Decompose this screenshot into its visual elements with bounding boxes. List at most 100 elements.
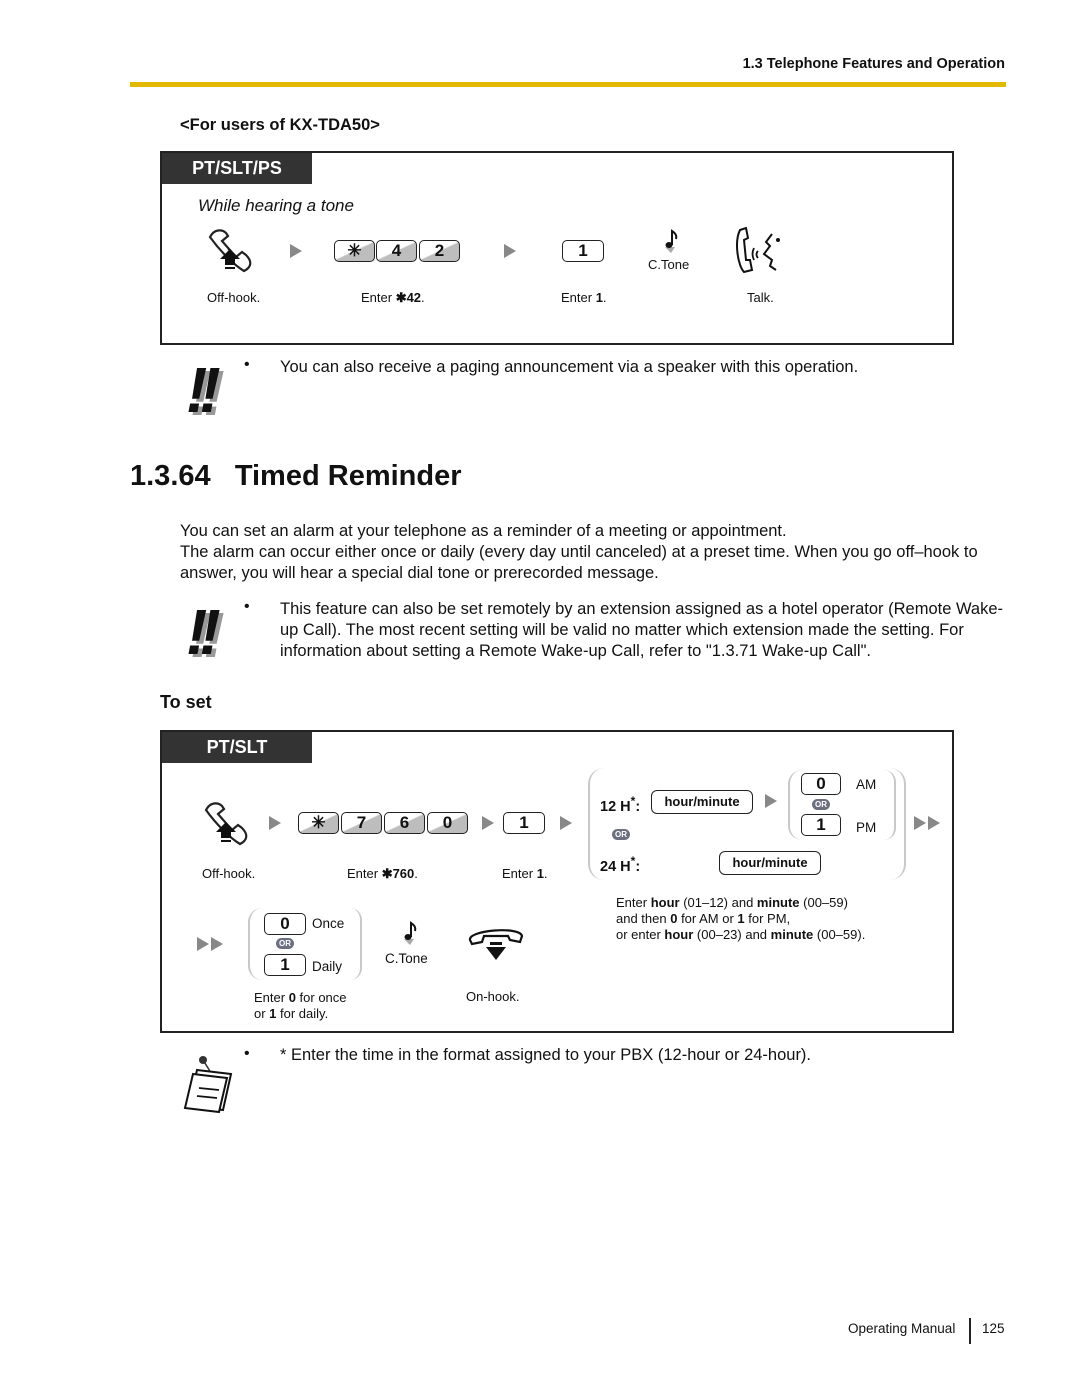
important-notice-icon: !! <box>186 354 221 426</box>
help-text: for PM, <box>744 911 791 926</box>
intro-paragraph: You can set an alarm at your telephone a… <box>180 522 787 540</box>
step-caption-enter-code: Enter ✱760. <box>347 866 418 882</box>
colon: : <box>635 858 641 875</box>
next-arrow-icon <box>504 244 516 258</box>
help-text: Enter <box>616 895 651 910</box>
caption-period: . <box>543 866 548 881</box>
off-hook-icon <box>208 229 252 273</box>
note-paging: You can also receive a paging announceme… <box>280 358 859 376</box>
caption-text: Enter <box>347 866 382 881</box>
next-arrow-icon <box>765 794 777 808</box>
double-arrow-icon <box>197 937 209 951</box>
caption-text: for daily. <box>276 1006 329 1021</box>
bullet: • <box>244 1045 250 1062</box>
hour-minute-24h: hour/minute <box>719 851 821 875</box>
repeat-bracket-right <box>350 908 362 980</box>
caption-code: ✱760 <box>381 866 415 881</box>
caption-bold: 0 <box>288 990 296 1005</box>
hour-minute-12h: hour/minute <box>651 790 753 814</box>
header-rule <box>130 82 1006 87</box>
double-arrow-icon <box>211 937 223 951</box>
footnote-time-format: * Enter the time in the format assigned … <box>280 1046 812 1064</box>
help-text: for AM or <box>677 911 738 926</box>
am-label: AM <box>856 777 877 792</box>
key-0: 0 <box>427 812 468 834</box>
memo-note-icon <box>183 1056 233 1114</box>
daily-label: Daily <box>312 959 343 974</box>
or-badge: OR <box>276 938 294 949</box>
key-star: ✳ <box>298 812 339 834</box>
box-tab-label: PT/SLT/PS <box>162 153 312 184</box>
confirmation-tone-icon <box>665 229 678 253</box>
tone-label: C.Tone <box>648 257 690 272</box>
step-caption-enter-1: Enter 1. <box>502 866 548 881</box>
caption-period: . <box>414 866 418 881</box>
help-text: or enter <box>616 927 665 942</box>
caption-code: 1 <box>595 290 603 305</box>
bullet: • <box>244 598 250 615</box>
caption-period: . <box>421 290 425 305</box>
help-text: and then <box>616 911 671 926</box>
next-arrow-icon <box>269 816 281 830</box>
to-set-heading: To set <box>160 692 212 712</box>
help-bold: minute <box>770 927 814 942</box>
section-header-title: 1.3 Telephone Features and Operation <box>742 56 1005 72</box>
next-arrow-icon <box>482 816 494 830</box>
important-notice-icon: !! <box>186 596 221 668</box>
page-number: 125 <box>982 1321 1005 1336</box>
key-6: 6 <box>384 812 425 834</box>
key-1: 1 <box>562 240 604 262</box>
format-text: 12 H <box>600 798 631 815</box>
section-intro: You can set an alarm at your telephone a… <box>180 521 1010 584</box>
bullet: • <box>244 356 250 373</box>
step-caption-onhook: On-hook. <box>466 989 520 1004</box>
step-caption-enter-code: Enter ✱42. <box>361 290 425 306</box>
caption-line: Enter 0 for once <box>254 990 347 1006</box>
confirmation-tone-icon <box>404 921 417 945</box>
key-1: 1 <box>503 812 545 834</box>
key-daily-1: 1 <box>264 954 306 976</box>
key-am-0: 0 <box>801 773 841 795</box>
12h-label: 12 H*: <box>600 794 640 815</box>
key-once-0: 0 <box>264 913 306 935</box>
caption-line: or 1 for daily. <box>254 1006 347 1022</box>
step-caption-offhook: Off-hook. <box>207 290 261 305</box>
or-badge: OR <box>612 829 630 840</box>
caption-text: Enter <box>502 866 537 881</box>
key-star: ✳ <box>334 240 375 262</box>
caption-text: Enter <box>561 290 596 305</box>
once-label: Once <box>312 916 345 931</box>
colon: : <box>635 798 641 815</box>
help-bold: minute <box>756 895 800 910</box>
talk-icon <box>736 226 780 274</box>
repeat-caption: Enter 0 for once or 1 for daily. <box>254 990 347 1022</box>
24h-label: 24 H*: <box>600 854 640 875</box>
box-tab-label: PT/SLT <box>162 732 312 763</box>
help-text: (00–23) and <box>693 927 771 942</box>
pm-label: PM <box>856 820 877 835</box>
section-title: Timed Reminder <box>234 460 462 492</box>
procedure-box-tda50: PT/SLT/PS While hearing a tone ✳ 4 2 1 C… <box>160 151 954 345</box>
ampm-bracket-right <box>884 770 896 840</box>
key-4: 4 <box>376 240 417 262</box>
caption-text: Enter <box>361 290 396 305</box>
double-arrow-icon <box>928 816 940 830</box>
caption-text: or <box>254 1006 270 1021</box>
footer-divider <box>969 1318 971 1344</box>
procedure-box-to-set: PT/SLT ✳ 7 6 0 1 Off-hook. Enter ✱760. E… <box>160 730 954 1033</box>
caption-text: for once <box>295 990 347 1005</box>
footer-manual-name: Operating Manual <box>848 1321 956 1336</box>
or-badge: OR <box>812 799 830 810</box>
off-hook-icon <box>204 802 248 846</box>
step-caption-enter-1: Enter 1. <box>561 290 607 305</box>
format-text: 24 H <box>600 858 631 875</box>
next-arrow-icon <box>560 816 572 830</box>
condition-label: While hearing a tone <box>198 196 354 215</box>
next-arrow-icon <box>290 244 302 258</box>
help-text: (01–12) and <box>679 895 757 910</box>
ampm-bracket-left <box>788 770 802 840</box>
help-bold: hour <box>650 895 680 910</box>
tone-label: C.Tone <box>385 951 428 966</box>
tda50-subheading: <For users of KX-TDA50> <box>180 116 380 134</box>
section-heading: 1.3.64 Timed Reminder <box>130 460 462 493</box>
